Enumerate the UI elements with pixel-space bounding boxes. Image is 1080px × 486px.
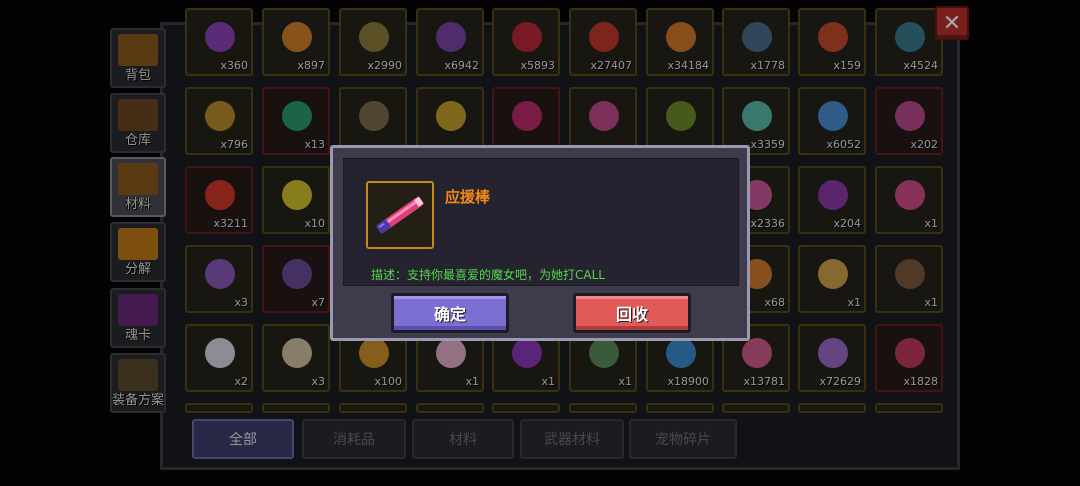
item-detail-panel: 应援棒 描述：支持你最喜爱的魔女吧，为她打CALL <box>343 158 739 286</box>
recycle-button[interactable]: 回收 <box>573 293 691 333</box>
game-inventory-screen: 背包 仓库 材料 分解 魂卡 装备方案 x360 x897 x2990 x6942 x5893 x2… <box>0 0 1080 486</box>
recycle-label: 回收 <box>615 305 648 324</box>
item-detail-dialog: 应援棒 描述：支持你最喜爱的魔女吧，为她打CALL 确定 回收 <box>330 145 750 341</box>
confirm-label: 确定 <box>433 305 466 324</box>
item-name: 应援棒 <box>445 188 491 206</box>
item-description: 描述：支持你最喜爱的魔女吧，为她打CALL <box>371 268 605 282</box>
confirm-button[interactable]: 确定 <box>391 293 509 333</box>
cheer-stick-icon <box>376 196 424 234</box>
item-icon-frame <box>366 181 434 249</box>
